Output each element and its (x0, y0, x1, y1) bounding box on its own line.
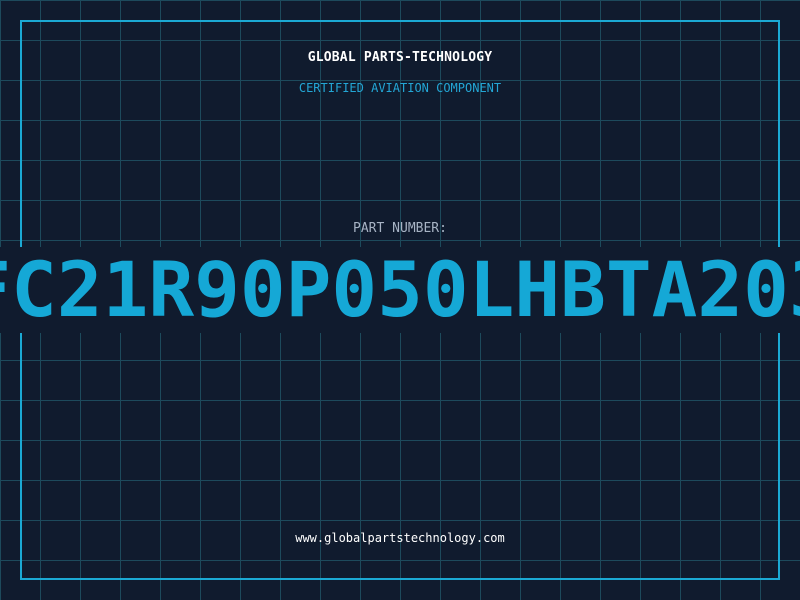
company-name: GLOBAL PARTS-TECHNOLOGY (307, 50, 493, 65)
website-url: www.globalpartstechnology.com (295, 531, 505, 545)
part-number-label: PART NUMBER: (353, 221, 447, 236)
certificate-page: GLOBAL PARTS-TECHNOLOGY CERTIFIED AVIATI… (0, 0, 800, 600)
part-number-band: FC21R90P050LHBTA203 (0, 247, 800, 333)
certification-subtitle: CERTIFIED AVIATION COMPONENT (298, 81, 502, 95)
part-number-value: FC21R90P050LHBTA203 (0, 247, 800, 333)
